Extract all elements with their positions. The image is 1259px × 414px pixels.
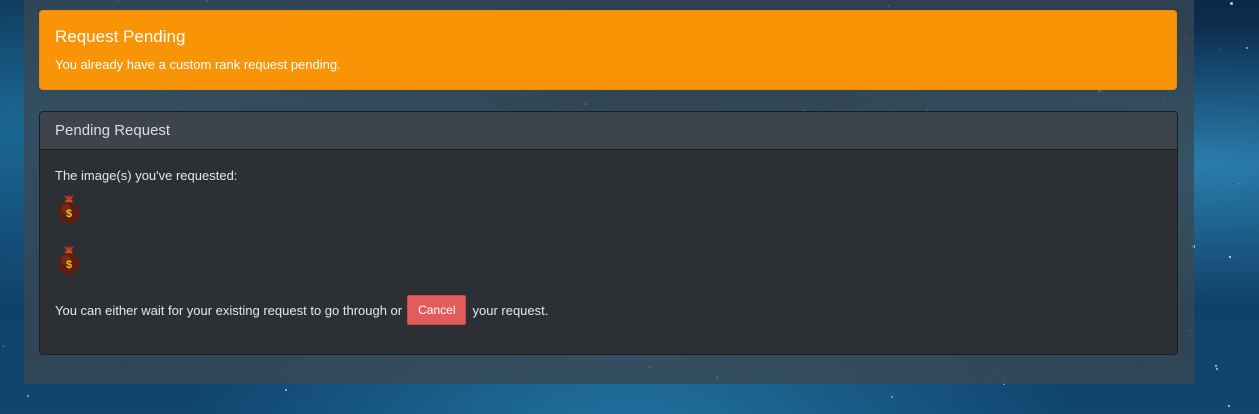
footer-text-before: You can either wait for your existing re… bbox=[55, 302, 403, 318]
money-bag-icon: $ bbox=[58, 194, 80, 224]
star bbox=[285, 389, 287, 391]
star bbox=[1238, 183, 1239, 184]
star bbox=[1230, 2, 1233, 5]
requested-images-label: The image(s) you've requested: bbox=[55, 168, 238, 183]
star bbox=[1216, 368, 1218, 370]
star bbox=[1229, 256, 1231, 258]
star bbox=[27, 395, 29, 397]
panel-body: The image(s) you've requested: $ $ You c… bbox=[40, 150, 1177, 325]
main-content: Request Pending You already have a custo… bbox=[24, 0, 1194, 384]
star bbox=[1215, 365, 1217, 367]
star bbox=[1228, 405, 1230, 407]
panel-heading: Pending Request bbox=[40, 112, 1177, 150]
request-pending-alert: Request Pending You already have a custo… bbox=[39, 10, 1177, 90]
star bbox=[3, 346, 4, 347]
footer-line: You can either wait for your existing re… bbox=[55, 295, 1162, 325]
pending-request-panel: Pending Request The image(s) you've requ… bbox=[39, 111, 1178, 355]
alert-message: You already have a custom rank request p… bbox=[55, 57, 341, 72]
star bbox=[1219, 49, 1220, 50]
svg-text:$: $ bbox=[66, 259, 72, 271]
svg-text:$: $ bbox=[66, 208, 72, 220]
cancel-button[interactable]: Cancel bbox=[407, 295, 467, 325]
money-bag-icon: $ bbox=[58, 245, 80, 275]
star bbox=[891, 396, 893, 398]
alert-title: Request Pending bbox=[55, 27, 186, 46]
star bbox=[1246, 47, 1248, 49]
footer-text-after: your request. bbox=[472, 302, 549, 318]
